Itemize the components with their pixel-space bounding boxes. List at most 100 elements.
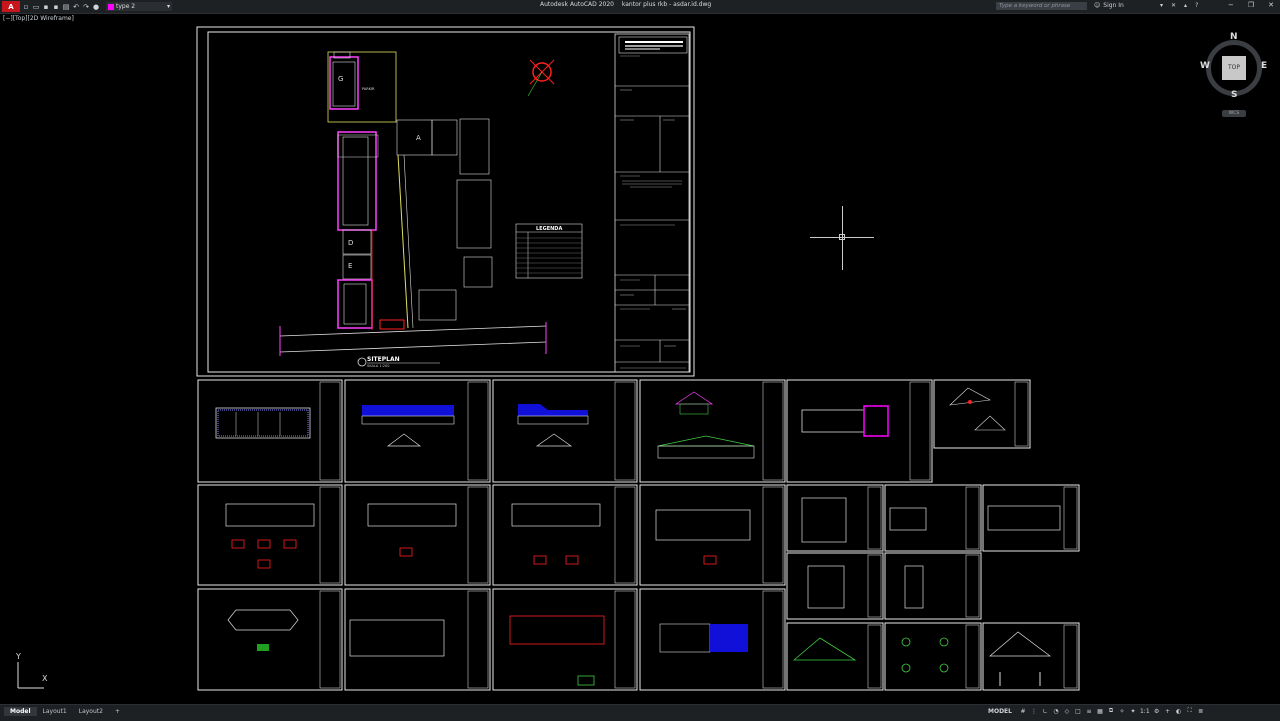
ucs-icon: Y X — [12, 652, 52, 692]
sheet-truss-1[interactable] — [786, 622, 884, 691]
sheet-roof[interactable] — [197, 588, 343, 691]
gear-icon[interactable]: ⚙ — [1153, 707, 1161, 715]
application-menu-button[interactable]: A — [2, 1, 20, 12]
block-label-d: D — [348, 239, 353, 247]
redo-icon[interactable]: ↷ — [82, 3, 90, 11]
save-icon[interactable]: ▪ — [42, 3, 50, 11]
tab-layout2[interactable]: Layout2 — [73, 707, 109, 716]
sheet-door-1[interactable] — [786, 484, 884, 552]
row-1-content — [215, 387, 1006, 459]
viewcube[interactable]: TOP N S W E — [1200, 32, 1268, 102]
compass-south[interactable]: S — [1231, 90, 1237, 100]
sheet-plan-4[interactable] — [492, 484, 638, 586]
customize-icon[interactable]: ≣ — [1197, 707, 1205, 715]
help-icon[interactable]: ? — [1195, 2, 1198, 9]
title-bar: A ▫ ▭ ▪ ▪ ▤ ↶ ↷ ● type 2 ▾ Autodesk Auto… — [0, 0, 1280, 14]
sheet-elevation-2[interactable] — [492, 379, 638, 483]
app-name: Autodesk AutoCAD 2020 — [540, 1, 614, 8]
siteplan-title: SITEPLAN — [367, 356, 400, 363]
tab-model[interactable]: Model — [4, 707, 37, 716]
row-2-red-details — [231, 539, 717, 569]
minimize-icon[interactable]: − — [1228, 1, 1234, 9]
status-toggles: MODEL # ⋮ ∟ ◔ ◇ □ ≡ ▦ ⧉ ✧ ✦ 1:1 ⚙ + ◐ ⛶ … — [988, 707, 1205, 715]
sign-in-button[interactable]: ☺ Sign In — [1094, 2, 1124, 9]
selection-cycling-icon[interactable]: ⧉ — [1107, 707, 1115, 715]
siteplan-scale: SKALA 1:200 — [367, 364, 389, 368]
sheet-floor-plan[interactable] — [197, 379, 343, 483]
app-button-label: A — [8, 2, 14, 11]
annotation-visibility-icon[interactable]: ✧ — [1118, 707, 1126, 715]
undo-icon[interactable]: ↶ — [72, 3, 80, 11]
sheet-row-1 — [197, 379, 1031, 483]
maximize-icon[interactable]: ❐ — [1248, 1, 1254, 9]
close-icon[interactable]: ✕ — [1268, 1, 1274, 9]
auto-scale-icon[interactable]: ✦ — [1129, 707, 1137, 715]
isodraft-icon[interactable]: ◇ — [1063, 707, 1071, 715]
window-controls: − ❐ ✕ — [1228, 1, 1274, 9]
drawing-svg: G PARKIR A D E LEGENDA SITEPLAN SKALA 1:… — [196, 26, 1080, 691]
status-bar: Model Layout1 Layout2 + MODEL # ⋮ ∟ ◔ ◇ … — [0, 704, 1280, 721]
transparency-icon[interactable]: ▦ — [1096, 707, 1104, 715]
sheet-plan-2[interactable] — [197, 484, 343, 586]
help-controls: ▾ ✕ ▴ ? — [1160, 2, 1198, 9]
sheet-row-2 — [197, 484, 1080, 620]
sign-in-label: Sign In — [1103, 2, 1124, 9]
fullscreen-icon[interactable]: ⛶ — [1186, 707, 1194, 715]
window-title: Autodesk AutoCAD 2020 kantor plus rkb - … — [540, 1, 717, 8]
parkir-label: PARKIR — [362, 87, 375, 91]
annotation-scale[interactable]: 1:1 — [1140, 708, 1150, 715]
compass-north[interactable]: N — [1230, 32, 1238, 42]
viewcube-top-face[interactable]: TOP — [1222, 56, 1246, 80]
save-as-icon[interactable]: ▪ — [52, 3, 60, 11]
polar-icon[interactable]: ◔ — [1052, 707, 1060, 715]
osnap-icon[interactable]: □ — [1074, 707, 1082, 715]
add-layout-button[interactable]: + — [109, 707, 126, 716]
layer-color-swatch — [108, 3, 114, 10]
grid-icon[interactable]: # — [1019, 707, 1027, 715]
sheet-window-2[interactable] — [982, 484, 1080, 552]
lightbulb-icon[interactable]: ● — [92, 3, 100, 11]
sheet-title-blocks — [319, 381, 1078, 689]
connect-icon[interactable]: ▴ — [1184, 2, 1187, 9]
new-icon[interactable]: ▫ — [22, 3, 30, 11]
compass-east[interactable]: E — [1261, 61, 1267, 71]
siteplan-sheet[interactable]: G PARKIR A D E LEGENDA SITEPLAN SKALA 1:… — [196, 26, 695, 377]
file-name: kantor plus rkb - asdar.id.dwg — [621, 1, 712, 8]
sheet-door-3[interactable] — [884, 552, 982, 620]
layer-name: type 2 — [116, 3, 136, 10]
layer-dropdown[interactable]: type 2 ▾ — [106, 2, 172, 11]
sheet-door-2[interactable] — [786, 552, 884, 620]
compass-west[interactable]: W — [1200, 61, 1210, 71]
ucs-x-label: X — [42, 674, 48, 683]
quick-access-toolbar: A ▫ ▭ ▪ ▪ ▤ ↶ ↷ ● type 2 ▾ — [0, 1, 172, 12]
block-label-e: E — [348, 262, 352, 270]
legend-title: LEGENDA — [536, 226, 562, 232]
sheet-truss-2[interactable] — [982, 622, 1080, 691]
tab-layout1[interactable]: Layout1 — [37, 707, 73, 716]
row-3-content — [227, 609, 1052, 686]
sheet-plan-6[interactable] — [492, 588, 638, 691]
search-input[interactable]: Type a keyword or phrase — [996, 2, 1087, 10]
ucs-y-label: Y — [16, 652, 21, 661]
sheet-window-1[interactable] — [884, 484, 982, 552]
plot-icon[interactable]: ▤ — [62, 3, 70, 11]
snap-icon[interactable]: ⋮ — [1030, 707, 1038, 715]
plus-icon[interactable]: + — [1164, 707, 1172, 715]
layout-tabs: Model Layout1 Layout2 + — [4, 707, 126, 716]
exchange-icon[interactable]: ✕ — [1171, 2, 1176, 9]
block-label-g: G — [338, 75, 343, 83]
wcs-menu[interactable]: WCS — [1222, 110, 1246, 117]
model-space-toggle[interactable]: MODEL — [988, 708, 1012, 715]
block-label-a: A — [416, 134, 421, 142]
isolate-icon[interactable]: ◐ — [1175, 707, 1183, 715]
drawing-canvas[interactable]: G PARKIR A D E LEGENDA SITEPLAN SKALA 1:… — [0, 14, 1280, 704]
cart-icon[interactable]: ▾ — [1160, 2, 1163, 9]
crosshair-pickbox — [839, 234, 845, 240]
sheet-details[interactable] — [933, 379, 1031, 449]
sheet-footing[interactable] — [884, 622, 982, 691]
ortho-icon[interactable]: ∟ — [1041, 707, 1049, 715]
open-icon[interactable]: ▭ — [32, 3, 40, 11]
lineweight-icon[interactable]: ≡ — [1085, 707, 1093, 715]
chevron-down-icon: ▾ — [166, 3, 170, 10]
user-icon: ☺ — [1094, 2, 1101, 9]
